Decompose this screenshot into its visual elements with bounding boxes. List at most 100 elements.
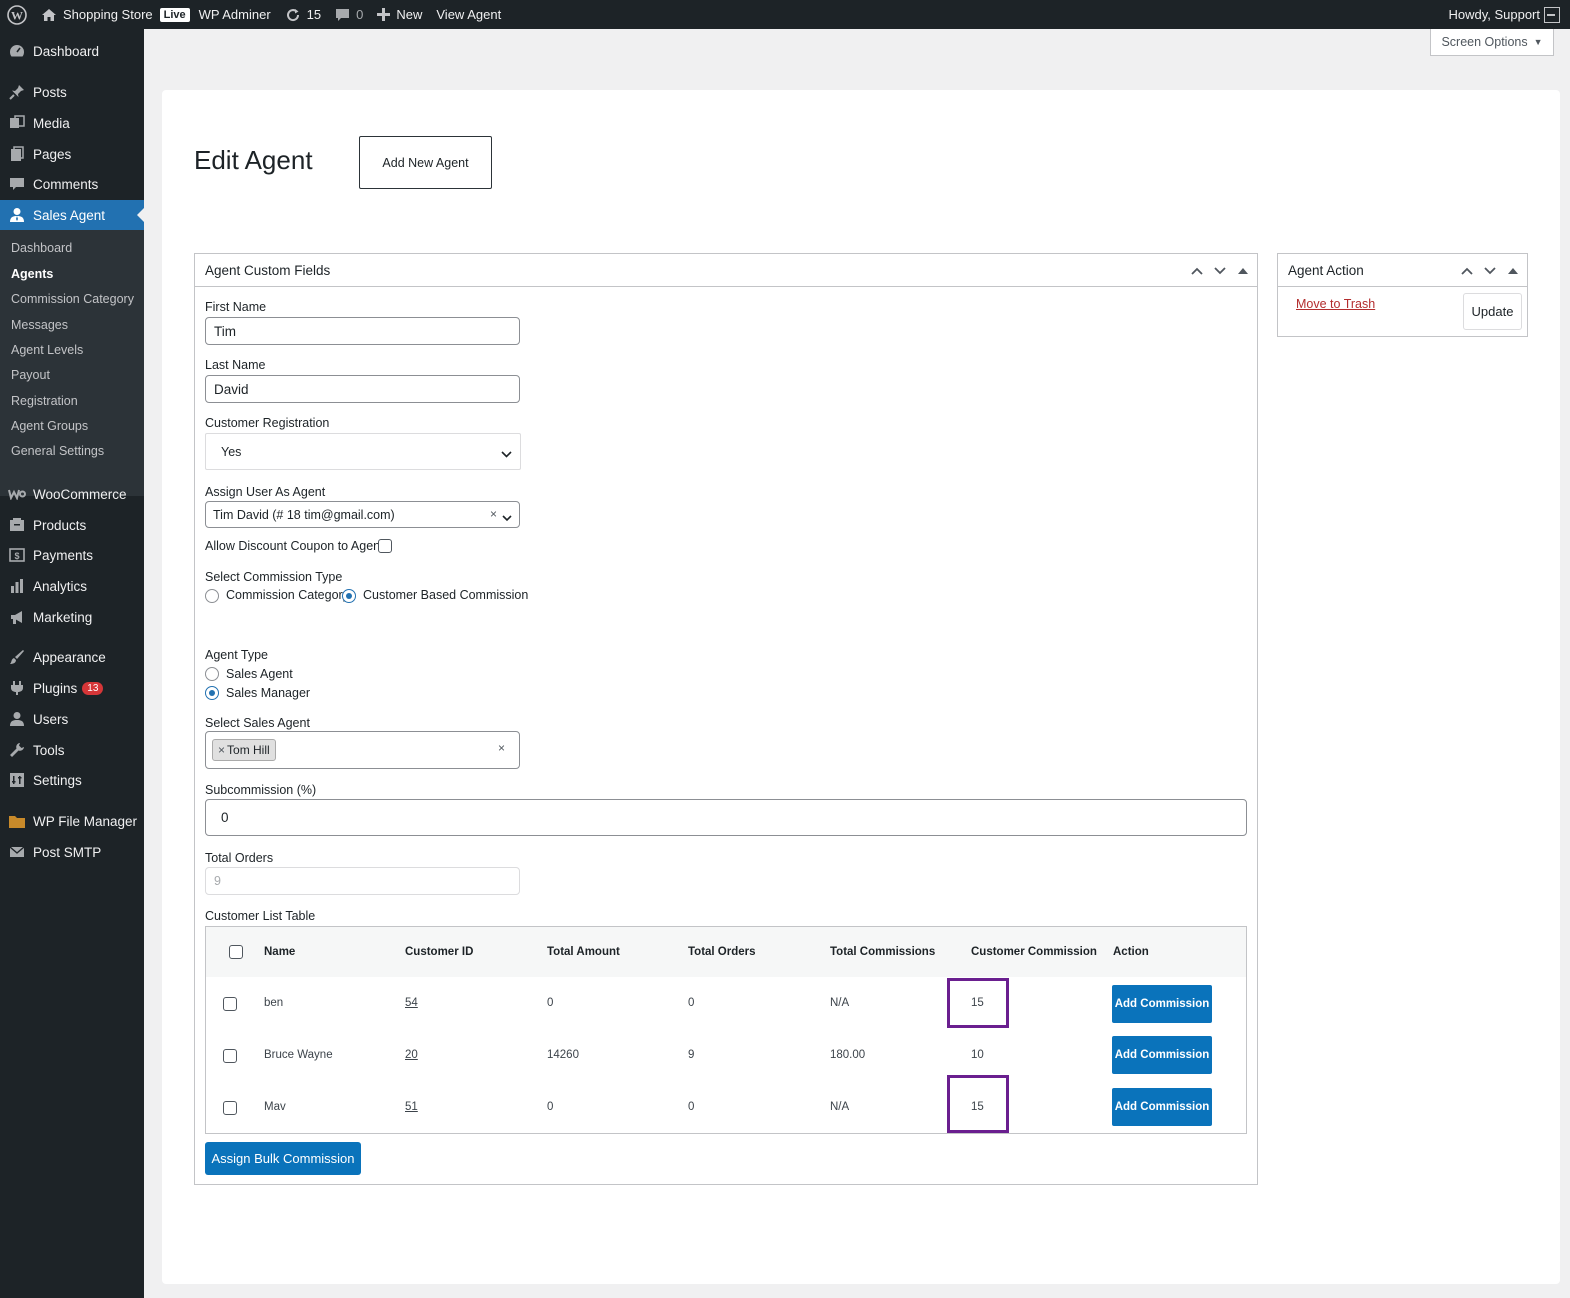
- col-name[interactable]: Name: [264, 946, 295, 958]
- cell-customer-commission: 15: [971, 1101, 984, 1113]
- update-button[interactable]: Update: [1463, 293, 1522, 330]
- clear-x-icon[interactable]: ×: [498, 741, 505, 755]
- radio-commission-category[interactable]: [205, 589, 219, 603]
- collapse-toggle-icon[interactable]: [1234, 262, 1251, 279]
- submenu-dashboard[interactable]: Dashboard: [11, 241, 72, 255]
- add-commission-button[interactable]: Add Commission: [1112, 985, 1212, 1023]
- sidebar-label: WP File Manager: [33, 813, 138, 829]
- cell-total-commissions: N/A: [830, 997, 850, 1009]
- cell-customer-id-link[interactable]: 51: [405, 1101, 418, 1113]
- col-customer-commission[interactable]: Customer Commission: [971, 946, 1097, 958]
- screen-options-button[interactable]: Screen Options ▼: [1430, 29, 1554, 56]
- sidebar-item-pages[interactable]: Pages: [0, 139, 144, 169]
- sidebar-item-tools[interactable]: Tools: [0, 735, 144, 765]
- col-customer-id[interactable]: Customer ID: [405, 946, 473, 958]
- total-orders-input[interactable]: 9: [205, 867, 520, 895]
- selected-tag: × Tom Hill: [212, 739, 276, 761]
- customer-registration-label: Customer Registration: [205, 416, 330, 430]
- last-name-input[interactable]: David: [205, 375, 520, 403]
- updates-link[interactable]: 15: [278, 0, 328, 29]
- submenu-general-settings[interactable]: General Settings: [11, 444, 104, 458]
- customer-registration-value: Yes: [221, 444, 242, 459]
- submenu-registration[interactable]: Registration: [11, 394, 78, 408]
- customer-registration-select[interactable]: Yes: [205, 433, 521, 470]
- site-name: Shopping Store: [63, 7, 153, 22]
- sidebar-item-marketing[interactable]: Marketing: [0, 602, 144, 632]
- cell-customer-id-link[interactable]: 20: [405, 1049, 418, 1061]
- chevron-down-icon[interactable]: [1481, 262, 1498, 279]
- subcommission-value: 0: [221, 810, 229, 825]
- add-new-agent-button[interactable]: Add New Agent: [359, 136, 492, 189]
- tag-remove-icon[interactable]: ×: [218, 743, 225, 757]
- clear-x-icon[interactable]: ×: [490, 507, 497, 521]
- sidebar-item-settings[interactable]: Settings: [0, 765, 144, 795]
- dashboard-icon: [8, 42, 26, 60]
- row-checkbox[interactable]: [223, 997, 237, 1011]
- chevron-up-icon[interactable]: [1188, 262, 1205, 279]
- add-commission-button[interactable]: Add Commission: [1112, 1088, 1212, 1126]
- my-account-link[interactable]: Howdy, Support: [1441, 0, 1570, 29]
- allow-discount-checkbox[interactable]: [378, 539, 392, 553]
- chevron-down-icon[interactable]: [1211, 262, 1228, 279]
- sales-agent-multiselect[interactable]: × Tom Hill ×: [205, 731, 520, 769]
- comment-icon: [8, 175, 26, 193]
- row-checkbox[interactable]: [223, 1101, 237, 1115]
- submenu-agent-levels[interactable]: Agent Levels: [11, 343, 83, 357]
- cell-total-commissions: 180.00: [830, 1049, 866, 1061]
- cell-customer-id-link[interactable]: 54: [405, 997, 418, 1009]
- new-content-link[interactable]: New: [370, 0, 429, 29]
- radio-customer-based-commission[interactable]: [342, 589, 356, 603]
- sidebar-label: Pages: [33, 146, 72, 162]
- sidebar-item-post-smtp[interactable]: Post SMTP: [0, 837, 144, 867]
- assign-user-value: Tim David (# 18 tim@gmail.com): [213, 507, 395, 522]
- row-checkbox[interactable]: [223, 1049, 237, 1063]
- screen-options-label: Screen Options: [1441, 35, 1528, 49]
- wp-adminer-link[interactable]: WP Adminer: [192, 0, 278, 29]
- comments-link[interactable]: 0: [328, 0, 370, 29]
- radio-sales-manager[interactable]: [205, 686, 219, 700]
- select-all-checkbox[interactable]: [229, 945, 243, 959]
- submenu-messages[interactable]: Messages: [11, 318, 68, 332]
- add-commission-button[interactable]: Add Commission: [1112, 1036, 1212, 1074]
- sidebar-label: Analytics: [33, 578, 88, 594]
- col-total-commissions[interactable]: Total Commissions: [830, 946, 935, 958]
- collapse-toggle-icon[interactable]: [1504, 262, 1521, 279]
- first-name-label: First Name: [205, 300, 267, 314]
- submenu-payout[interactable]: Payout: [11, 368, 50, 382]
- first-name-input[interactable]: Tim: [205, 317, 520, 345]
- sidebar-label: Users: [33, 711, 69, 727]
- woo-icon: [8, 485, 26, 503]
- bar-chart-icon: [8, 577, 26, 595]
- submenu-agent-groups[interactable]: Agent Groups: [11, 419, 88, 433]
- col-total-orders[interactable]: Total Orders: [688, 946, 756, 958]
- col-total-amount[interactable]: Total Amount: [547, 946, 620, 958]
- sidebar-item-wp-file-manager[interactable]: WP File Manager: [0, 806, 144, 836]
- sidebar-item-media[interactable]: Media: [0, 108, 144, 138]
- assign-user-select[interactable]: Tim David (# 18 tim@gmail.com) ×: [205, 501, 520, 528]
- sidebar-item-payments[interactable]: $ Payments: [0, 540, 144, 570]
- radio-sales-agent[interactable]: [205, 667, 219, 681]
- submenu-agents[interactable]: Agents: [11, 267, 53, 281]
- sidebar-item-appearance[interactable]: Appearance: [0, 642, 144, 672]
- sidebar-item-woocommerce[interactable]: WooCommerce: [0, 479, 144, 509]
- sidebar-item-posts[interactable]: Posts: [0, 77, 144, 107]
- col-action: Action: [1113, 946, 1149, 958]
- sidebar-item-products[interactable]: Products: [0, 510, 144, 540]
- sidebar-item-sales-agent[interactable]: Sales Agent: [0, 200, 144, 230]
- sidebar-item-users[interactable]: Users: [0, 704, 144, 734]
- sidebar-item-dashboard[interactable]: Dashboard: [0, 36, 144, 66]
- sidebar-item-analytics[interactable]: Analytics: [0, 571, 144, 601]
- plugin-icon: [8, 679, 26, 697]
- plus-icon: [377, 8, 391, 21]
- move-to-trash-link[interactable]: Move to Trash: [1296, 297, 1375, 311]
- sidebar-item-plugins[interactable]: Plugins 13: [0, 673, 144, 703]
- mail-icon: [8, 843, 26, 861]
- view-agent-link[interactable]: View Agent: [429, 0, 508, 29]
- submenu-commission-category[interactable]: Commission Category: [11, 292, 134, 306]
- chevron-up-icon[interactable]: [1458, 262, 1475, 279]
- sidebar-item-comments[interactable]: Comments: [0, 169, 144, 199]
- subcommission-input[interactable]: 0: [205, 799, 1247, 836]
- wordpress-logo-icon[interactable]: W: [0, 0, 34, 29]
- assign-bulk-commission-button[interactable]: Assign Bulk Commission: [205, 1142, 361, 1175]
- site-name-link[interactable]: Shopping Store: [34, 0, 160, 29]
